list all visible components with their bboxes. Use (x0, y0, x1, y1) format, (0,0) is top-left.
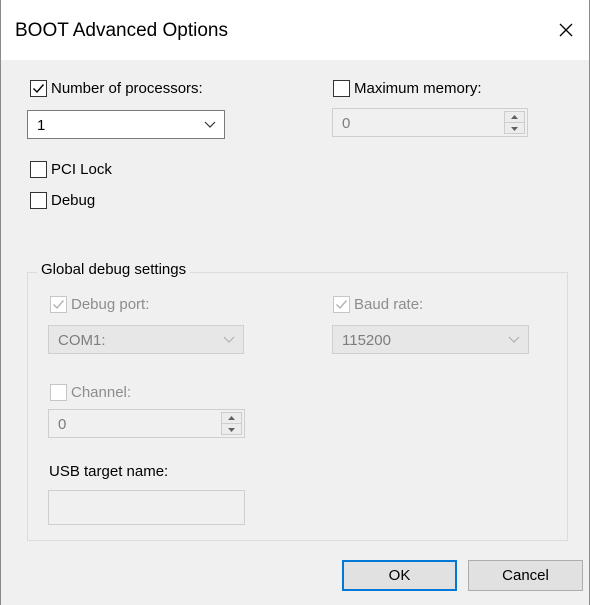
global-debug-settings-label: Global debug settings (37, 261, 191, 278)
spin-down-icon (511, 126, 518, 131)
boot-advanced-options-dialog: BOOT Advanced Options Number of processo… (0, 0, 590, 605)
channel-checkbox (50, 383, 67, 401)
pci-lock-checkbox-row[interactable]: PCI Lock (30, 159, 112, 179)
processors-dropdown[interactable]: 1 (27, 110, 225, 139)
chevron-down-icon (204, 121, 216, 128)
number-of-processors-label: Number of processors: (51, 79, 203, 97)
ok-button[interactable]: OK (342, 560, 457, 591)
debug-port-value: COM1: (58, 332, 106, 349)
maximum-memory-checkbox-row[interactable]: Maximum memory: (333, 78, 482, 98)
baud-rate-checkbox-row: Baud rate: (333, 294, 423, 314)
channel-checkbox-row: Channel: (50, 382, 131, 402)
close-button[interactable] (543, 0, 589, 60)
channel-value: 0 (58, 416, 67, 433)
channel-label: Channel: (71, 383, 132, 401)
spin-up-icon (511, 115, 518, 119)
pci-lock-checkbox[interactable] (30, 160, 47, 178)
channel-spin-down-button (222, 424, 241, 435)
chevron-down-icon (223, 336, 235, 343)
debug-checkbox-row[interactable]: Debug (30, 190, 95, 210)
number-of-processors-checkbox-row[interactable]: Number of processors: (30, 78, 203, 98)
spin-up-icon (228, 416, 235, 420)
memory-spin-down-button[interactable] (505, 123, 524, 134)
baud-rate-checkbox (333, 295, 350, 313)
chevron-down-icon (508, 336, 520, 343)
title-bar: BOOT Advanced Options (1, 0, 589, 60)
spin-down-icon (228, 427, 235, 432)
close-icon (559, 23, 573, 37)
channel-spinbox: 0 (48, 409, 245, 438)
memory-spin-up-button[interactable] (505, 112, 524, 123)
maximum-memory-spinbox[interactable]: 0 (332, 108, 528, 137)
number-of-processors-checkbox[interactable] (30, 79, 47, 97)
cancel-button[interactable]: Cancel (468, 560, 583, 591)
checkmark-icon (53, 299, 65, 309)
channel-spin-buttons (221, 412, 242, 435)
baud-rate-label: Baud rate: (354, 295, 424, 313)
checkmark-icon (33, 83, 45, 93)
processors-value: 1 (37, 117, 46, 134)
channel-spin-up-button (222, 413, 241, 424)
maximum-memory-value: 0 (342, 115, 351, 132)
baud-rate-value: 115200 (342, 332, 391, 349)
debug-checkbox[interactable] (30, 191, 47, 209)
memory-spin-buttons (504, 111, 525, 134)
dialog-title: BOOT Advanced Options (15, 20, 228, 41)
debug-port-label: Debug port: (71, 295, 150, 313)
baud-rate-dropdown: 115200 (332, 325, 529, 354)
usb-target-name-label: USB target name: (49, 463, 169, 480)
checkmark-icon (336, 299, 348, 309)
debug-port-checkbox (50, 295, 67, 313)
maximum-memory-label: Maximum memory: (354, 79, 482, 97)
usb-target-name-field (48, 490, 245, 525)
debug-port-checkbox-row: Debug port: (50, 294, 149, 314)
debug-label: Debug (51, 191, 96, 209)
maximum-memory-checkbox[interactable] (333, 79, 350, 97)
debug-port-dropdown: COM1: (48, 325, 244, 354)
pci-lock-label: PCI Lock (51, 160, 112, 178)
